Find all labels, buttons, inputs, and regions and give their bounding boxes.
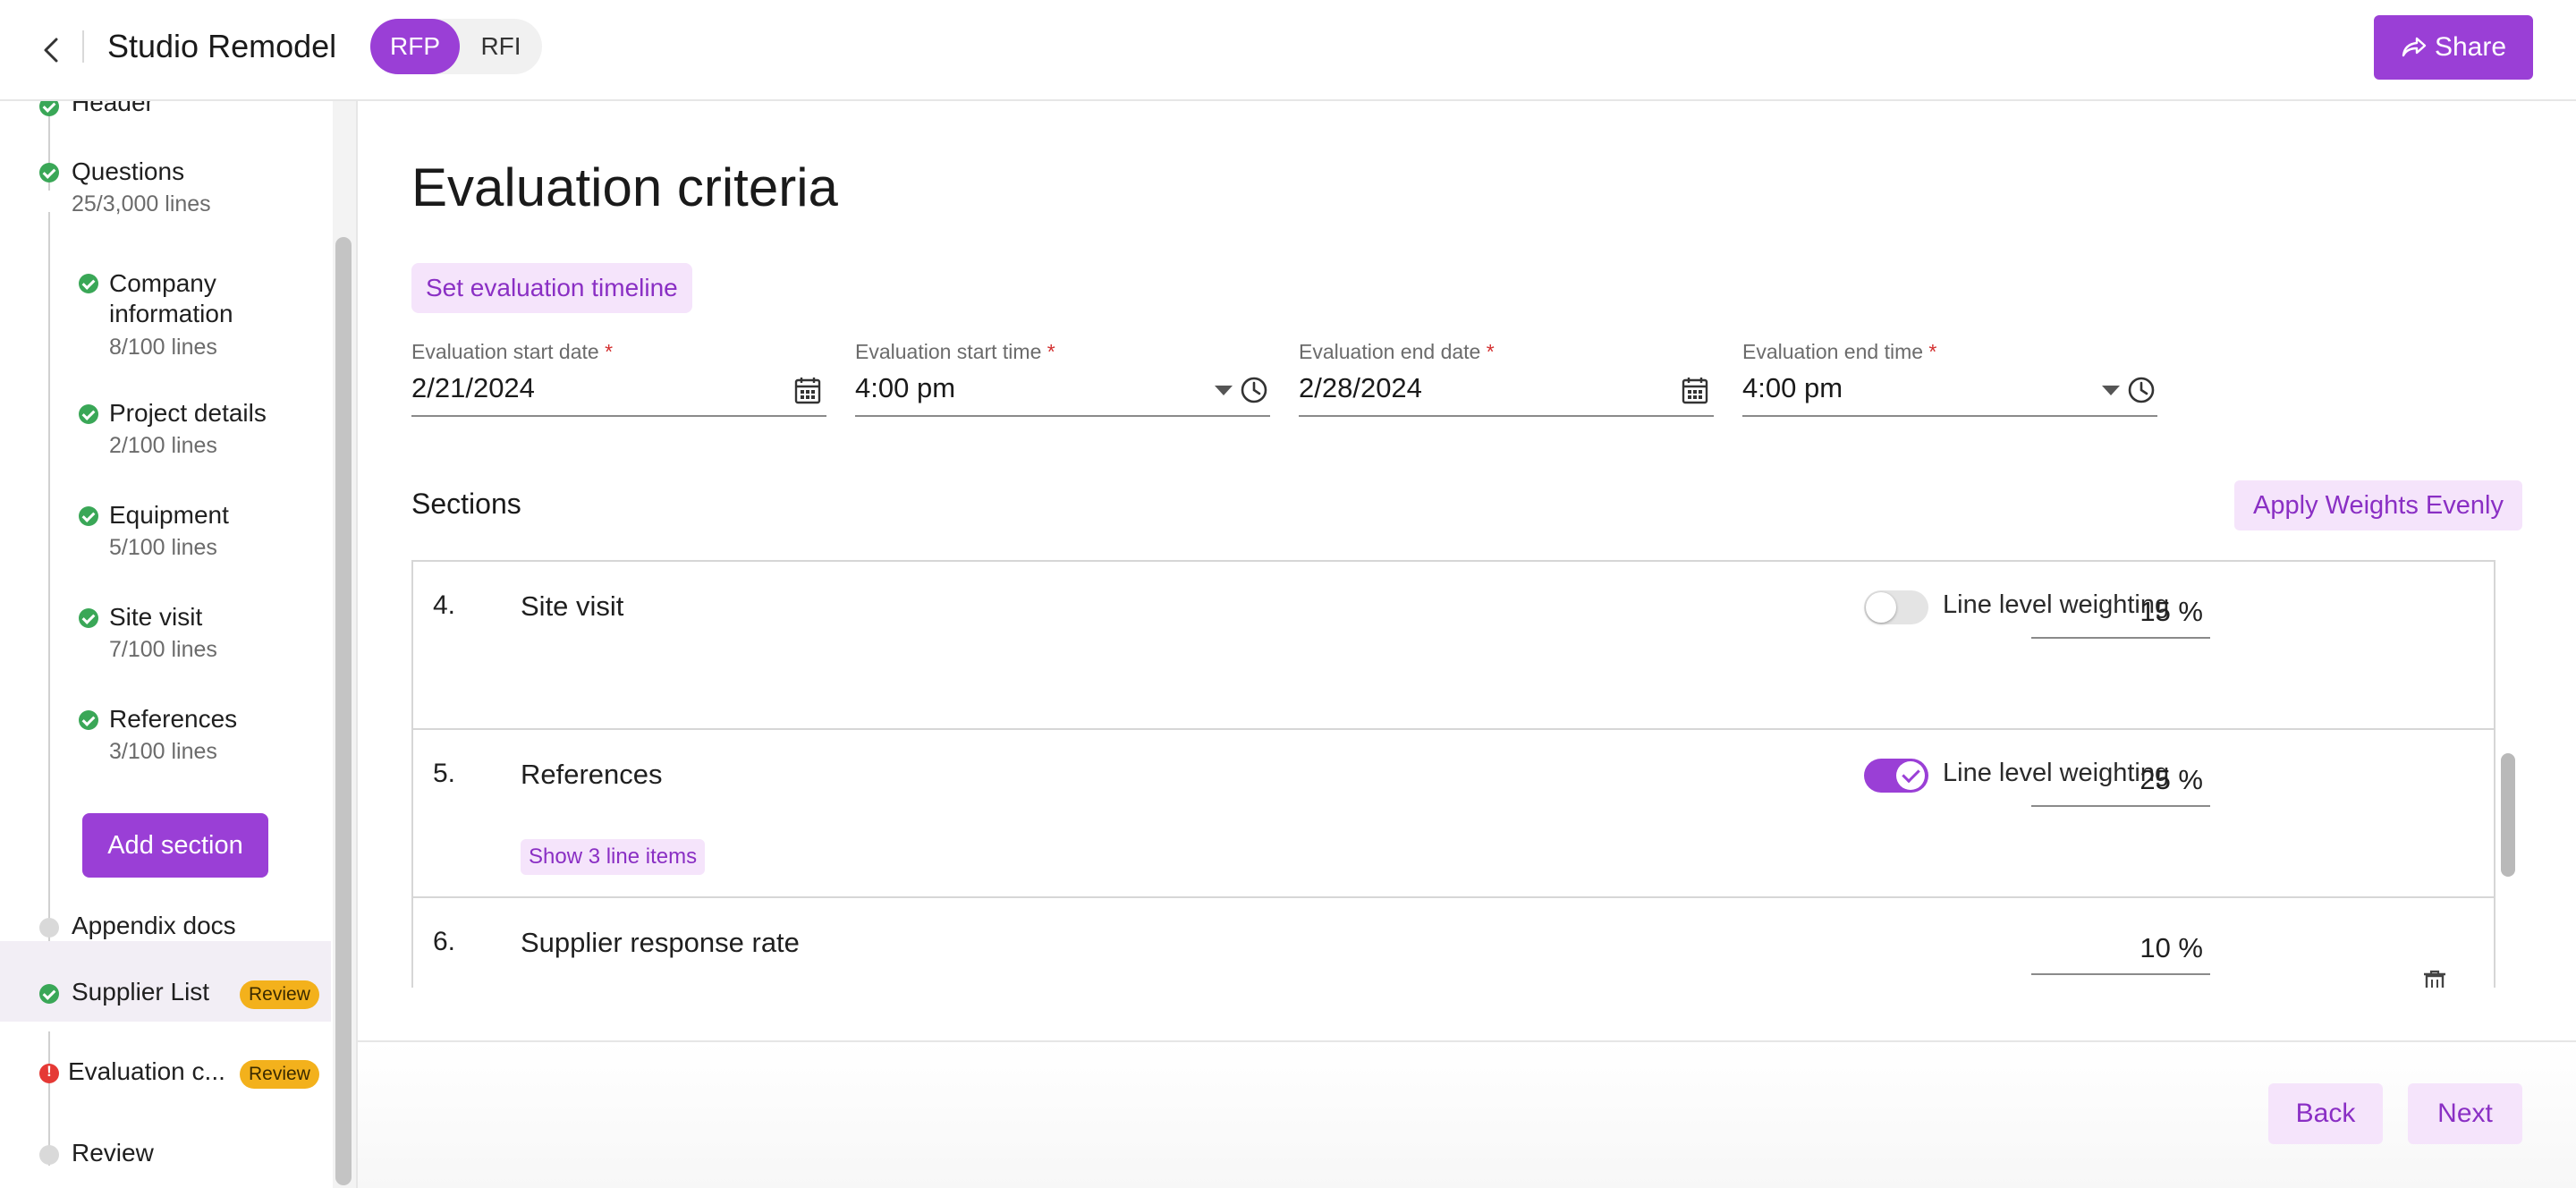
sidebar-item-site-visit[interactable]: Site visit 7/100 lines bbox=[109, 603, 217, 663]
sidebar-item-questions[interactable]: Questions 25/3,000 lines bbox=[72, 157, 211, 217]
sidebar-item-review[interactable]: Review bbox=[72, 1139, 154, 1167]
field-underline bbox=[411, 415, 826, 417]
required-marker: * bbox=[1046, 340, 1055, 363]
field-label: Evaluation start date bbox=[411, 340, 599, 363]
field-label: Evaluation start time bbox=[855, 340, 1042, 363]
apply-weights-evenly-button[interactable]: Apply Weights Evenly bbox=[2234, 480, 2522, 530]
trash-icon[interactable] bbox=[2423, 970, 2446, 988]
field-underline bbox=[1299, 415, 1714, 417]
share-icon bbox=[2402, 37, 2427, 57]
calendar-icon[interactable] bbox=[794, 376, 821, 409]
sidebar: Header Questions 25/3,000 lines Company … bbox=[0, 101, 331, 1188]
sidebar-item-equipment[interactable]: Equipment 5/100 lines bbox=[109, 501, 229, 561]
caret-down-icon[interactable] bbox=[1215, 385, 1233, 401]
sidebar-divider bbox=[356, 101, 358, 1188]
complete-check-icon bbox=[39, 984, 59, 1004]
calendar-icon[interactable] bbox=[1682, 376, 1708, 409]
field-value: 4:00 pm bbox=[1742, 372, 1843, 403]
evaluation-end-date-field[interactable]: Evaluation end date * 2/28/2024 bbox=[1299, 340, 1714, 429]
line-level-weighting-toggle[interactable] bbox=[1864, 590, 1928, 624]
section-name: Supplier response rate bbox=[521, 927, 800, 958]
section-row: 4. Site visit Line level weighting 15 % bbox=[413, 562, 2494, 730]
required-marker: * bbox=[605, 340, 614, 363]
complete-check-icon bbox=[79, 404, 98, 424]
show-line-items-button[interactable]: Show 3 line items bbox=[521, 839, 706, 875]
complete-check-icon bbox=[79, 274, 98, 293]
section-row: 6. Supplier response rate 10 % bbox=[413, 898, 2494, 988]
sidebar-item-references[interactable]: References 3/100 lines bbox=[109, 705, 237, 765]
weight-input[interactable]: 25 % bbox=[2031, 764, 2210, 807]
project-title: Studio Remodel bbox=[107, 28, 337, 64]
sidebar-item-project-details[interactable]: Project details 2/100 lines bbox=[109, 399, 267, 459]
field-label: Evaluation end date bbox=[1299, 340, 1481, 363]
error-alert-icon bbox=[39, 1063, 59, 1083]
sections-list: 4. Site visit Line level weighting 15 % … bbox=[411, 560, 2496, 988]
sidebar-item-supplier-list[interactable]: Supplier List bbox=[72, 978, 209, 1006]
pending-dot-icon bbox=[39, 1145, 59, 1165]
page-title: Evaluation criteria bbox=[411, 157, 838, 217]
evaluation-start-date-field[interactable]: Evaluation start date * 2/21/2024 bbox=[411, 340, 826, 429]
back-button[interactable]: Back bbox=[2268, 1083, 2383, 1144]
field-underline bbox=[1742, 415, 2157, 417]
sidebar-item-header[interactable]: Header bbox=[72, 101, 154, 117]
sidebar-scrollbar-thumb[interactable] bbox=[335, 237, 352, 1185]
weight-input[interactable]: 10 % bbox=[2031, 932, 2210, 975]
section-name: References bbox=[521, 759, 663, 790]
top-bar: Studio Remodel RFP RFI Share bbox=[0, 0, 2576, 101]
section-number: 6. bbox=[433, 927, 456, 956]
field-value: 4:00 pm bbox=[855, 372, 956, 403]
pending-dot-icon bbox=[39, 918, 59, 938]
complete-check-icon bbox=[79, 506, 98, 526]
clock-icon[interactable] bbox=[2127, 376, 2156, 409]
required-marker: * bbox=[1928, 340, 1937, 363]
sidebar-item-evaluation-criteria[interactable]: Evaluation c... bbox=[68, 1057, 225, 1086]
tab-rfp[interactable]: RFP bbox=[370, 19, 460, 74]
complete-check-icon bbox=[79, 608, 98, 628]
sidebar-item-appendix-docs[interactable]: Appendix docs bbox=[72, 912, 236, 940]
add-section-button[interactable]: Add section bbox=[82, 813, 268, 878]
required-marker: * bbox=[1486, 340, 1495, 363]
back-arrow-icon[interactable] bbox=[34, 32, 70, 68]
line-level-weighting-toggle[interactable] bbox=[1864, 759, 1928, 793]
field-value: 2/21/2024 bbox=[411, 372, 535, 403]
sections-heading: Sections bbox=[411, 488, 521, 520]
section-number: 4. bbox=[433, 590, 456, 620]
next-button[interactable]: Next bbox=[2408, 1083, 2522, 1144]
field-label: Evaluation end time bbox=[1742, 340, 1924, 363]
field-underline bbox=[855, 415, 1270, 417]
weight-input[interactable]: 15 % bbox=[2031, 596, 2210, 639]
section-number: 5. bbox=[433, 759, 456, 788]
section-row: 5. References Line level weighting 25 % … bbox=[413, 730, 2494, 898]
share-button[interactable]: Share bbox=[2374, 15, 2533, 80]
evaluation-start-time-field[interactable]: Evaluation start time * 4:00 pm bbox=[855, 340, 1270, 429]
review-badge: Review bbox=[240, 1060, 319, 1089]
set-evaluation-timeline-button[interactable]: Set evaluation timeline bbox=[411, 263, 692, 313]
section-name: Site visit bbox=[521, 590, 624, 622]
footer-bar bbox=[358, 1040, 2576, 1188]
rfp-rfi-toggle: RFP RFI bbox=[370, 19, 542, 74]
complete-check-icon bbox=[79, 710, 98, 730]
review-badge: Review bbox=[240, 980, 319, 1009]
caret-down-icon[interactable] bbox=[2102, 385, 2120, 401]
sidebar-item-company-information[interactable]: Company information 8/100 lines bbox=[109, 268, 270, 361]
field-value: 2/28/2024 bbox=[1299, 372, 1422, 403]
tab-rfi[interactable]: RFI bbox=[460, 19, 542, 74]
sections-scrollbar-thumb[interactable] bbox=[2501, 753, 2515, 877]
divider bbox=[82, 30, 84, 63]
evaluation-end-time-field[interactable]: Evaluation end time * 4:00 pm bbox=[1742, 340, 2157, 429]
check-icon bbox=[1896, 761, 1925, 790]
progress-line bbox=[48, 212, 50, 1004]
clock-icon[interactable] bbox=[1240, 376, 1268, 409]
complete-check-icon bbox=[39, 163, 59, 182]
complete-check-icon bbox=[39, 101, 59, 116]
share-label: Share bbox=[2434, 32, 2507, 62]
